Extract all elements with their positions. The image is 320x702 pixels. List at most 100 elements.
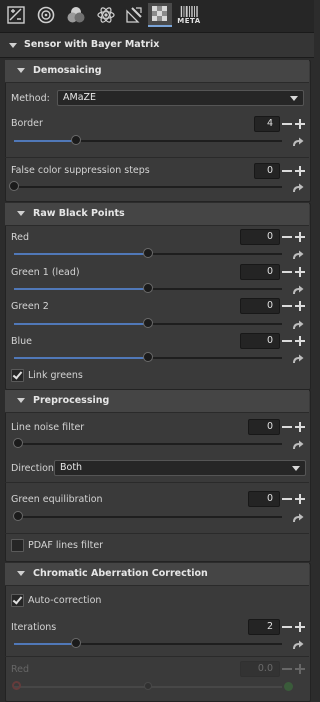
reset-arrow-icon bbox=[293, 285, 304, 294]
exposure-tab[interactable] bbox=[4, 3, 28, 27]
red-value[interactable]: 0 bbox=[240, 229, 280, 245]
plus-icon[interactable] bbox=[294, 117, 306, 131]
metadata-tab[interactable]: META bbox=[176, 3, 202, 27]
fcs-reset-button[interactable] bbox=[292, 183, 304, 193]
minus-icon[interactable] bbox=[281, 334, 293, 348]
black-points-title: Raw Black Points bbox=[33, 208, 125, 219]
plus-icon[interactable] bbox=[294, 230, 306, 244]
minus-icon[interactable] bbox=[281, 620, 293, 634]
blue-slider[interactable] bbox=[14, 352, 282, 362]
iterations-label: Iterations bbox=[11, 622, 57, 633]
green2-reset-button[interactable] bbox=[292, 320, 304, 330]
blue-reset-button[interactable] bbox=[292, 354, 304, 364]
green1-slider-handle[interactable] bbox=[143, 283, 153, 293]
ca-red-value: 0.0 bbox=[240, 661, 280, 677]
green1-value[interactable]: 0 bbox=[240, 264, 280, 280]
minus-icon[interactable] bbox=[281, 299, 293, 313]
line-noise-slider[interactable] bbox=[13, 438, 282, 448]
raw-tab-icon bbox=[152, 6, 167, 21]
raw-tab[interactable] bbox=[148, 3, 172, 27]
transform-tab[interactable] bbox=[122, 3, 146, 27]
demosaicing-header[interactable]: Demosaicing bbox=[5, 60, 309, 83]
line-noise-slider-handle[interactable] bbox=[13, 438, 23, 448]
chevron-down-icon bbox=[292, 466, 300, 471]
advanced-tab[interactable] bbox=[94, 3, 118, 27]
plus-icon[interactable] bbox=[294, 620, 306, 634]
line-noise-label: Line noise filter bbox=[11, 422, 85, 433]
red-label: Red bbox=[11, 232, 30, 243]
minus-icon bbox=[281, 662, 293, 676]
line-noise-value[interactable]: 0 bbox=[248, 419, 280, 435]
fcs-slider-handle[interactable] bbox=[9, 181, 19, 191]
detail-tab[interactable] bbox=[34, 3, 58, 27]
sensor-panel-header[interactable]: Sensor with Bayer Matrix bbox=[0, 33, 314, 58]
ca-red-slider bbox=[14, 682, 282, 690]
green2-value[interactable]: 0 bbox=[240, 298, 280, 314]
red-slider[interactable] bbox=[14, 248, 282, 258]
green-eq-slider[interactable] bbox=[13, 511, 282, 521]
red-reset-button[interactable] bbox=[292, 250, 304, 260]
minus-icon[interactable] bbox=[281, 230, 293, 244]
red-slider-handle[interactable] bbox=[143, 248, 153, 258]
pdaf-checkbox[interactable] bbox=[11, 539, 24, 552]
plus-icon[interactable] bbox=[294, 265, 306, 279]
black-points-header[interactable]: Raw Black Points bbox=[5, 203, 309, 226]
red-slider-fill bbox=[14, 253, 148, 255]
border-slider[interactable] bbox=[14, 135, 282, 145]
reset-arrow-icon bbox=[293, 440, 304, 449]
divider bbox=[5, 656, 309, 657]
detail-tab-icon bbox=[37, 6, 55, 24]
green1-slider-fill bbox=[14, 288, 148, 290]
iterations-slider[interactable] bbox=[14, 638, 282, 648]
direction-value: Both bbox=[60, 462, 83, 473]
line-noise-reset-button[interactable] bbox=[292, 440, 304, 450]
green2-slider[interactable] bbox=[14, 318, 282, 328]
ca-correction-title: Chromatic Aberration Correction bbox=[33, 568, 208, 579]
iterations-value[interactable]: 2 bbox=[248, 619, 280, 635]
minus-icon[interactable] bbox=[281, 492, 293, 506]
fcs-value[interactable]: 0 bbox=[254, 163, 280, 179]
color-tab[interactable] bbox=[64, 3, 88, 27]
auto-correction-label: Auto-correction bbox=[28, 595, 102, 606]
green-circle-icon bbox=[284, 682, 293, 691]
border-spinner: 4 bbox=[254, 116, 306, 132]
fcs-label: False color suppression steps bbox=[11, 165, 150, 176]
minus-icon[interactable] bbox=[281, 420, 293, 434]
ca-correction-header[interactable]: Chromatic Aberration Correction bbox=[5, 563, 309, 586]
plus-icon[interactable] bbox=[294, 299, 306, 313]
blue-slider-handle[interactable] bbox=[143, 352, 153, 362]
pdaf-label: PDAF lines filter bbox=[28, 540, 104, 551]
border-reset-button[interactable] bbox=[292, 137, 304, 147]
minus-icon[interactable] bbox=[281, 117, 293, 131]
green1-reset-button[interactable] bbox=[292, 285, 304, 295]
plus-icon[interactable] bbox=[294, 164, 306, 178]
direction-dropdown[interactable]: Both bbox=[54, 460, 306, 476]
auto-correction-checkbox[interactable] bbox=[11, 594, 24, 607]
green-eq-value[interactable]: 0 bbox=[248, 491, 280, 507]
link-greens-label: Link greens bbox=[28, 370, 83, 381]
method-value: AMaZE bbox=[63, 92, 97, 103]
border-slider-handle[interactable] bbox=[70, 135, 81, 145]
green-eq-slider-handle[interactable] bbox=[13, 511, 23, 521]
metadata-tab-icon bbox=[180, 5, 198, 17]
fcs-slider[interactable] bbox=[9, 181, 282, 191]
green-eq-reset-button[interactable] bbox=[292, 513, 304, 523]
green2-slider-handle[interactable] bbox=[143, 318, 153, 328]
blue-value[interactable]: 0 bbox=[240, 333, 280, 349]
exposure-tab-icon bbox=[7, 6, 25, 24]
minus-icon[interactable] bbox=[281, 164, 293, 178]
iterations-reset-button[interactable] bbox=[292, 640, 304, 650]
minus-icon[interactable] bbox=[281, 265, 293, 279]
plus-icon[interactable] bbox=[294, 334, 306, 348]
green1-slider[interactable] bbox=[14, 283, 282, 293]
border-value[interactable]: 4 bbox=[254, 116, 280, 132]
reset-arrow-icon bbox=[293, 137, 304, 146]
preprocessing-header[interactable]: Preprocessing bbox=[5, 390, 309, 413]
iterations-slider-handle[interactable] bbox=[70, 638, 81, 648]
method-dropdown[interactable]: AMaZE bbox=[57, 90, 304, 106]
link-greens-checkbox[interactable] bbox=[11, 369, 24, 382]
divider bbox=[5, 157, 309, 158]
plus-icon[interactable] bbox=[294, 420, 306, 434]
toolbar: META bbox=[0, 0, 314, 33]
plus-icon[interactable] bbox=[294, 492, 306, 506]
